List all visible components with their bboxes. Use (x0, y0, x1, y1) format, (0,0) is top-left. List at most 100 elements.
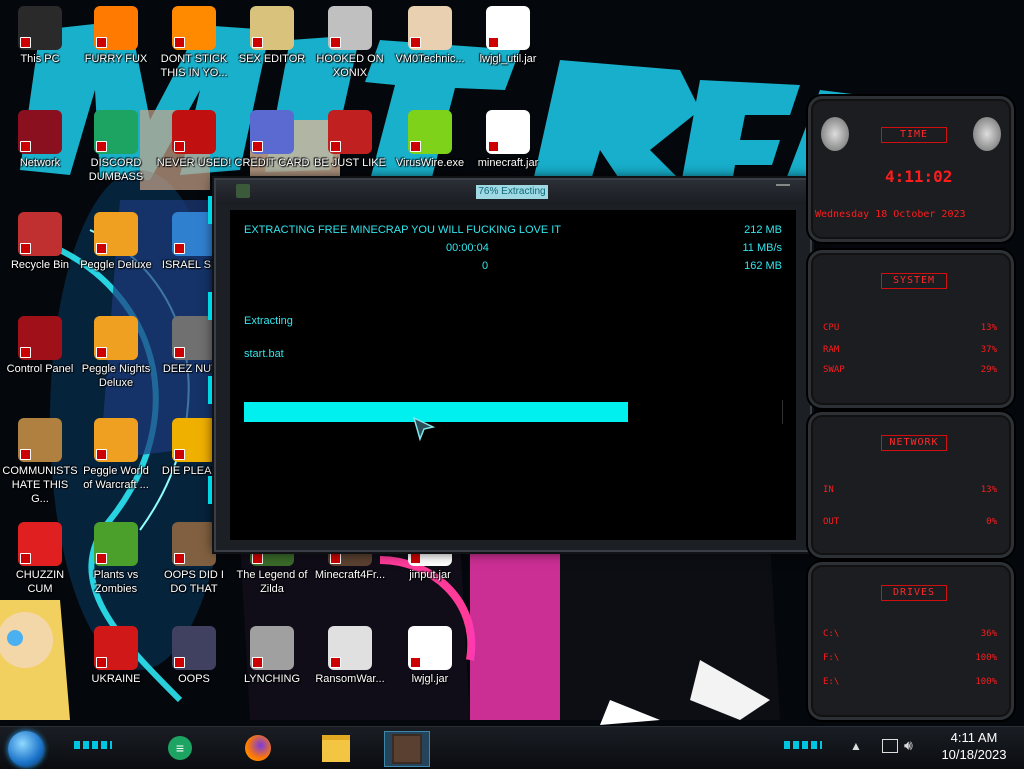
desktop-icon[interactable]: NEVER USED! (156, 110, 232, 170)
peggle-icon (94, 418, 138, 462)
desktop-icon[interactable]: COMMUNISTS HATE THIS G... (2, 418, 78, 506)
drive-e-label: E:\ (823, 677, 840, 687)
shortcut-arrow-icon (174, 347, 185, 358)
shortcut-arrow-icon (410, 553, 421, 564)
desktop-icon-label: OOPS DID I DO THAT (164, 569, 224, 595)
frame-led (208, 476, 212, 504)
desktop-icon[interactable]: UKRAINE (78, 626, 154, 686)
taskbar-firefox-button[interactable] (236, 731, 280, 765)
time-title: TIME (881, 127, 947, 143)
desktop-icon[interactable]: CHUZZIN CUM (2, 522, 78, 596)
shortcut-arrow-icon (20, 449, 31, 460)
network-tray-icon[interactable] (882, 739, 898, 753)
desktop-icon[interactable]: Peggle Nights Deluxe (78, 316, 154, 390)
desktop-icon-label: DONT STICK THIS IN YO... (160, 53, 228, 79)
desktop-icon-label: VM0Technic... (395, 53, 465, 65)
desktop-icon-label: Control Panel (6, 363, 74, 375)
volume-tray-icon[interactable]: 🔊︎ (904, 737, 913, 754)
extract-message: EXTRACTING FREE MINECRAP YOU WILL FUCKIN… (244, 224, 562, 236)
desktop-icon-label: COMMUNISTS HATE THIS G... (2, 465, 78, 505)
shortcut-arrow-icon (20, 37, 31, 48)
desktop-icon-label: SEX EDITOR (238, 53, 306, 65)
drive-c-value: 36% (980, 629, 997, 639)
desktop-icon[interactable]: lwjgl.jar (392, 626, 468, 686)
taskbar-minecraft-button[interactable] (384, 731, 430, 767)
drive-f-label: F:\ (823, 653, 840, 663)
shortcut-arrow-icon (20, 553, 31, 564)
desktop-icon[interactable]: SEX EDITOR (234, 6, 310, 66)
desktop-icon[interactable]: Network (2, 110, 78, 170)
speed: 11 MB/s (742, 242, 782, 254)
desktop-icon[interactable]: Recycle Bin (2, 212, 78, 272)
recycle-bin-icon (18, 212, 62, 256)
gear-flag-icon (250, 626, 294, 670)
doctor-icon (408, 6, 452, 50)
extract-dialog[interactable]: 76% Extracting EXTRACTING FREE MINECRAP … (208, 178, 818, 552)
drive-e-value: 100% (975, 677, 997, 687)
shortcut-arrow-icon (96, 243, 107, 254)
desktop-icon-label: BE JUST LIKE (314, 157, 386, 169)
desktop-icon[interactable]: OOPS (156, 626, 232, 686)
desktop-icon-label: UKRAINE (91, 673, 141, 685)
desktop-icon[interactable]: minecraft.jar (470, 110, 546, 170)
gadget-date: Wednesday 18 October 2023 (815, 209, 966, 220)
window-corner-icon (776, 184, 790, 196)
lime-icon (408, 110, 452, 154)
shortcut-arrow-icon (96, 657, 107, 668)
taskbar-file-explorer-button[interactable] (314, 731, 358, 765)
show-hidden-icons[interactable]: ▲ (850, 739, 862, 753)
desktop-icon[interactable]: DONT STICK THIS IN YO... (156, 6, 232, 80)
tray-clock[interactable]: 4:11 AM 10/18/2023 (934, 729, 1014, 763)
shortcut-arrow-icon (330, 657, 341, 668)
ram-label: RAM (823, 345, 840, 355)
dialog-titlebar[interactable]: 76% Extracting (216, 180, 810, 204)
shortcut-arrow-icon (488, 141, 499, 152)
dev-cpp-icon (172, 110, 216, 154)
system-panel: SYSTEM CPU 13% RAM 37% SWAP 29% (808, 250, 1014, 408)
desktop-icon[interactable]: BE JUST LIKE (312, 110, 388, 170)
desktop-icon[interactable]: lwjgl_util.jar (470, 6, 546, 66)
control-panel-icon (18, 316, 62, 360)
shortcut-arrow-icon (20, 347, 31, 358)
spreadsheet-icon (94, 110, 138, 154)
radiation-icon (94, 626, 138, 670)
desktop-icon[interactable]: Peggle Deluxe (78, 212, 154, 272)
desktop-icon[interactable]: This PC (2, 6, 78, 66)
processed-size: 0 (482, 260, 489, 272)
shortcut-arrow-icon (488, 37, 499, 48)
desktop-icon[interactable]: VM0Technic... (392, 6, 468, 66)
hxd-icon (250, 6, 294, 50)
desktop-icon-label: lwjgl_util.jar (479, 53, 537, 65)
desktop-icon[interactable]: Control Panel (2, 316, 78, 376)
desktop-icon-label: jinput.jar (409, 569, 451, 581)
drive-c-label: C:\ (823, 629, 840, 639)
desktop-icon[interactable]: CREDIT CARD (234, 110, 310, 170)
desktop-icon[interactable]: VirusWire.exe (392, 110, 468, 170)
desktop-icon-label: The Legend of Zilda (236, 569, 308, 595)
java-icon (486, 110, 530, 154)
start-button[interactable] (8, 731, 44, 767)
desktop-icon-label: Minecraft4Fr... (314, 569, 386, 581)
desktop-icon[interactable]: RansomWar... (312, 626, 388, 686)
shortcut-arrow-icon (174, 37, 185, 48)
desktop-icon-label: Peggle World of Warcraft ... (83, 465, 149, 491)
skull-icon (328, 626, 372, 670)
network-panel: NETWORK IN 13% OUT 0% (808, 412, 1014, 558)
desktop-icon[interactable]: Plants vs Zombies (78, 522, 154, 596)
shortcut-arrow-icon (96, 37, 107, 48)
desktop-icon[interactable]: FURRY FUX (78, 6, 154, 66)
desktop-icon[interactable]: Peggle World of Warcraft ... (78, 418, 154, 492)
shortcut-arrow-icon (20, 141, 31, 152)
net-out-value: 0% (986, 517, 997, 527)
shortcut-arrow-icon (252, 553, 263, 564)
taskbar-spreadsheet-button[interactable]: ≡ (158, 731, 202, 765)
shortcut-arrow-icon (410, 37, 421, 48)
desktop-icon-label: lwjgl.jar (411, 673, 449, 685)
shortcut-arrow-icon (20, 243, 31, 254)
desktop-icon[interactable]: DISCORD DUMBASS (78, 110, 154, 184)
this-pc-icon (18, 6, 62, 50)
shortcut-arrow-icon (410, 657, 421, 668)
desktop-icon[interactable]: LYNCHING (234, 626, 310, 686)
drives-title: DRIVES (881, 585, 947, 601)
desktop-icon[interactable]: HOOKED ON XONIX (312, 6, 388, 80)
